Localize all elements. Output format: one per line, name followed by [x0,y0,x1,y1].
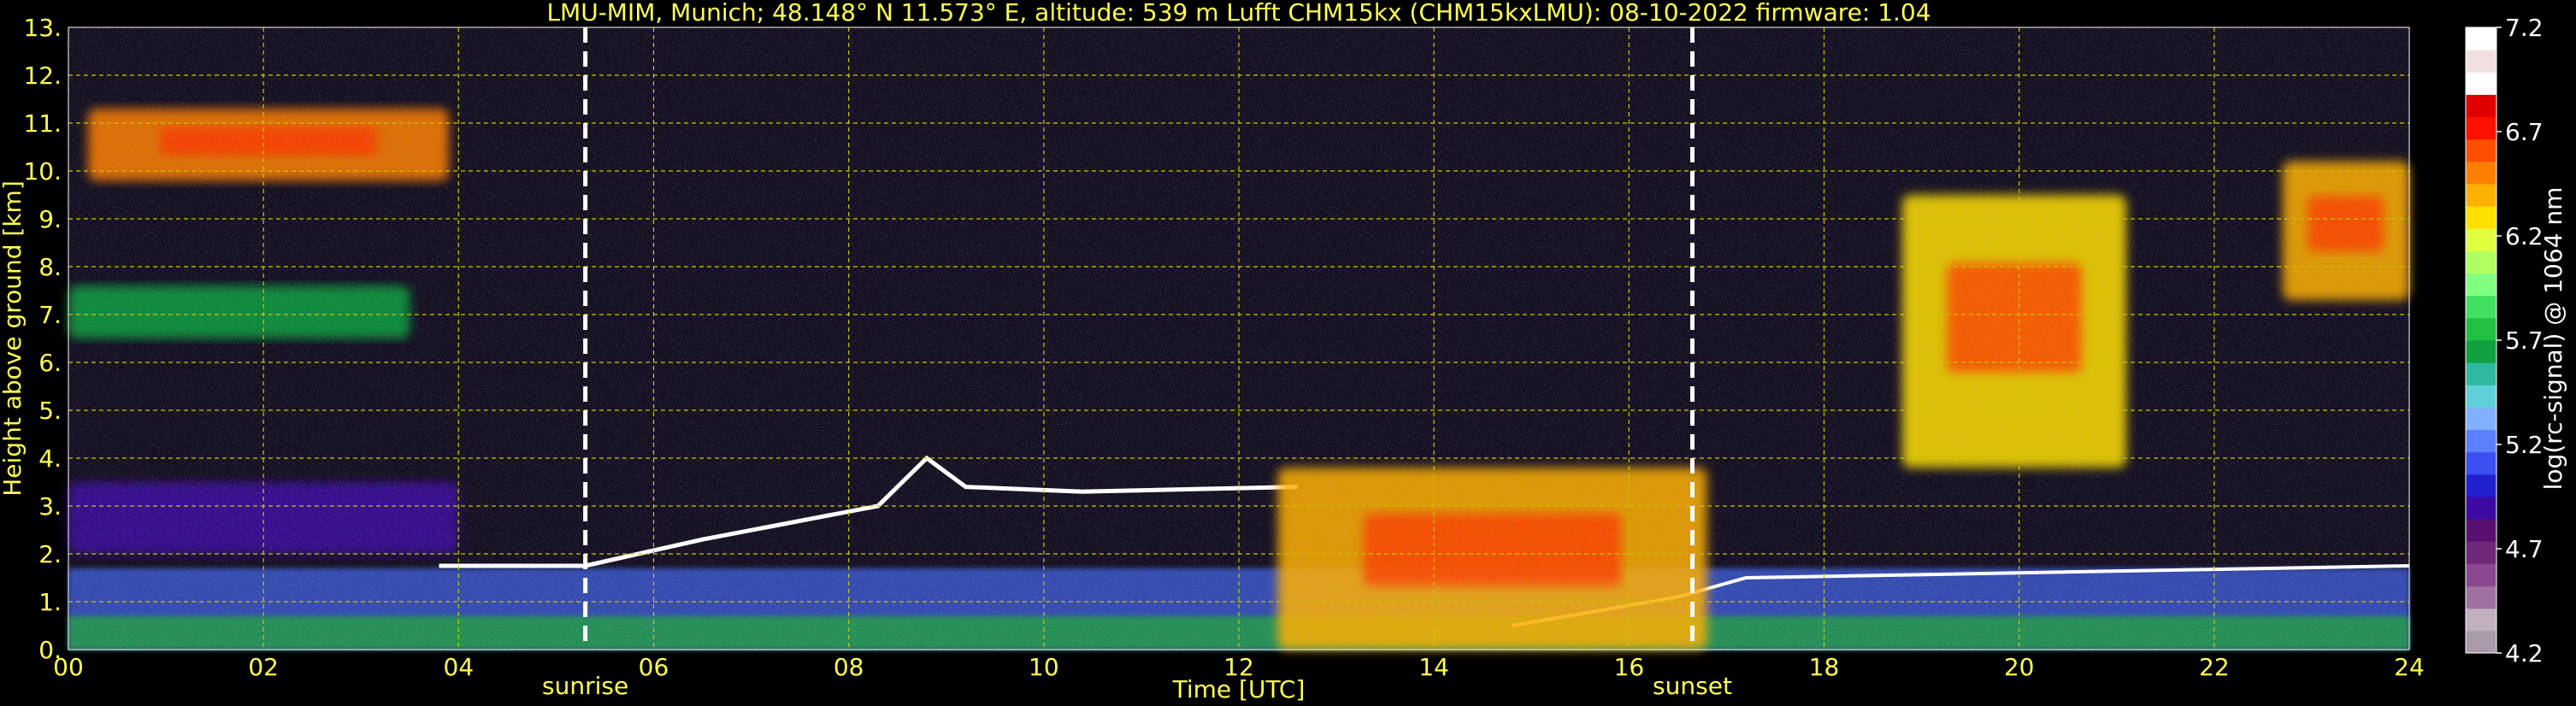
annotation-labels: sunrise sunset [542,672,1732,700]
colorbar-tick-label: 5.7 [2505,327,2544,355]
x-tick-label: 14 [1418,653,1449,681]
y-tick-label: 8. [38,253,62,281]
colorbar-segment [2466,228,2496,251]
colorbar-segment [2466,407,2496,431]
colorbar-segment [2466,340,2496,363]
colorbar-segment [2466,273,2496,297]
y-tick-label: 4. [38,444,62,473]
y-axis-label: Height above ground [km] [0,180,27,497]
x-tick-label: 20 [2004,653,2035,681]
x-tick-label: 04 [444,653,475,681]
colorbar-segment [2466,184,2496,207]
chart-title: LMU-MIM, Munich; 48.148° N 11.573° E, al… [546,0,1931,26]
x-tick-label: 18 [1809,653,1840,681]
y-tick-label: 1. [38,588,62,616]
ceilometer-chart: LMU-MIM, Munich; 48.148° N 11.573° E, al… [0,0,2567,703]
x-tick-label: 06 [639,653,669,681]
y-tick-label: 6. [38,349,62,377]
y-tick-label: 13. [23,14,62,42]
colorbar-segment [2466,429,2496,453]
colorbar-segment [2466,94,2496,118]
y-tick-label: 3. [38,492,62,521]
colorbar-segment [2466,250,2496,274]
colorbar-segment [2466,585,2496,609]
colorbar-tick-label: 6.7 [2505,118,2544,146]
y-ticks: 0.1.2.3.4.5.6.7.8.9.10.11.12.13. [23,14,62,664]
colorbar-segment [2466,50,2496,73]
x-tick-label: 10 [1029,653,1059,681]
colorbar-segment [2466,630,2496,654]
colorbar-segment [2466,541,2496,564]
x-tick-label: 16 [1614,653,1645,681]
colorbar-segment [2466,362,2496,385]
colorbar-segment [2466,206,2496,229]
colorbar-segment [2466,451,2496,475]
colorbar-tick-label: 7.2 [2505,14,2544,42]
colorbar-segment [2466,519,2496,542]
sunset-label: sunset [1653,672,1732,700]
x-tick-label: 02 [248,653,279,681]
colorbar-segment [2466,161,2496,185]
colorbar-segment [2466,295,2496,319]
colorbar-tick-label: 6.2 [2505,222,2544,250]
colorbar-segment [2466,116,2496,140]
colorbar-segment [2466,563,2496,587]
y-tick-label: 12. [23,62,62,90]
y-tick-label: 2. [38,540,62,568]
y-tick-label: 5. [38,397,62,425]
y-tick-label: 9. [38,205,62,233]
x-axis-label: Time [UTC] [1172,675,1306,703]
colorbar: 4.2 4.7 5.2 5.7 6.2 6.7 7.2 [2465,14,2544,668]
colorbar-segment [2466,72,2496,95]
colorbar-segment [2466,608,2496,632]
colorbar-segment [2466,27,2496,50]
colorbar-segment [2466,474,2496,497]
y-tick-label: 10. [23,157,62,185]
colorbar-segment [2466,497,2496,520]
x-tick-label: 24 [2394,653,2425,681]
colorbar-tick-label: 5.2 [2505,431,2544,459]
y-tick-label: 7. [38,301,62,329]
colorbar-segment [2466,138,2496,162]
colorbar-label: log(rc-signal) @ 1064 nm [2539,187,2567,491]
colorbar-tick-label: 4.2 [2505,639,2544,668]
colorbar-segment [2466,385,2496,408]
colorbar-segment [2466,317,2496,341]
x-tick-label: 22 [2199,653,2230,681]
x-tick-label: 00 [53,653,84,681]
colorbar-tick-label: 4.7 [2505,535,2544,563]
x-tick-label: 08 [834,653,864,681]
y-tick-label: 11. [23,109,62,138]
sunrise-label: sunrise [542,672,628,700]
